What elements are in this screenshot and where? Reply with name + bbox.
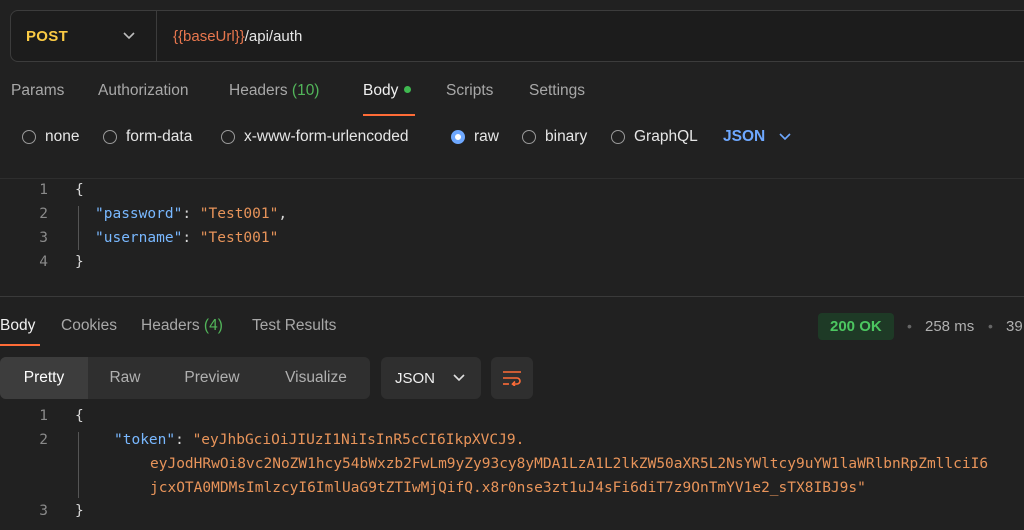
radio-icon [451,130,465,144]
radio-icon [221,130,235,144]
response-format-label: JSON [395,369,436,387]
code-brace: { [75,182,84,198]
meta-separator: • [907,318,912,334]
tab-headers-label: Headers [229,82,288,99]
radio-urlencoded[interactable]: x-www-form-urlencoded [221,128,409,146]
tab-cookies[interactable]: Cookies [61,317,117,335]
radio-urlencoded-label: x-www-form-urlencoded [244,128,409,145]
json-key: "token" [114,432,176,448]
response-size[interactable]: 39 [1006,318,1023,335]
response-time[interactable]: 258 ms [925,318,974,335]
body-modified-dot [404,85,412,93]
method-label: POST [26,27,69,45]
status-badge[interactable]: 200 OK [818,313,894,340]
tab-response-headers[interactable]: Headers (4) [141,317,223,335]
format-tabs: Pretty Raw Preview Visualize [0,357,370,399]
tab-response-headers-label: Headers [141,317,200,334]
tab-response-body[interactable]: Body [0,317,35,335]
body-language-label: JSON [723,128,766,145]
code-line-password: "password": "Test001", [95,206,288,222]
radio-icon [522,130,536,144]
tab-settings[interactable]: Settings [529,82,585,100]
url-bar: POST {{baseUrl}}/api/auth [10,10,1024,62]
chevron-down-icon [122,29,136,43]
radio-graphql[interactable]: GraphQL [611,128,698,146]
json-value: "Test001" [199,206,279,222]
tab-body-label: Body [363,82,399,99]
radio-raw[interactable]: raw [451,128,499,146]
radio-none-label: none [45,128,80,145]
body-language-select[interactable]: JSON [723,128,791,146]
radio-form-data-label: form-data [126,128,193,145]
line-number: 3 [39,230,48,246]
line-number: 2 [39,206,48,222]
tab-scripts[interactable]: Scripts [446,82,493,100]
code-line-token: "token": "eyJhbGciOiJIUzI1NiIsInR5cCI6Ik… [114,432,525,448]
json-value-wrap: jcxOTA0MDMsImlzcyI6ImlUaG9tZTIwMjQifQ.x8… [150,480,866,496]
code-line-username: "username": "Test001" [95,230,279,246]
code-brace: } [75,254,84,270]
tab-authorization[interactable]: Authorization [98,82,188,100]
tab-test-results[interactable]: Test Results [252,317,336,335]
response-format-select[interactable]: JSON [381,357,481,399]
radio-icon [103,130,117,144]
json-value: "eyJhbGciOiJIUzI1NiIsInR5cCI6IkpXVCJ9. [192,432,525,448]
pane-divider[interactable] [0,296,1024,297]
json-key: "password" [95,206,183,222]
line-number: 3 [39,503,48,519]
line-number: 2 [39,432,48,448]
radio-icon [611,130,625,144]
radio-form-data[interactable]: form-data [103,128,192,146]
indent-guide [78,206,79,250]
method-selector[interactable]: POST [11,11,157,61]
url-variable: {{baseUrl}} [173,27,245,45]
response-tab-underline [0,344,40,346]
format-pretty[interactable]: Pretty [0,357,88,399]
active-tab-underline [363,114,415,116]
code-brace: } [75,503,84,519]
radio-binary-label: binary [545,128,588,145]
format-visualize[interactable]: Visualize [262,357,370,399]
editor-border [0,178,1024,179]
tab-body[interactable]: Body [363,82,412,100]
tab-params[interactable]: Params [11,82,64,100]
radio-raw-label: raw [474,128,499,145]
json-value: "Test001" [199,230,279,246]
tab-headers[interactable]: Headers (10) [229,82,319,100]
line-number: 4 [39,254,48,270]
json-value-wrap: eyJodHRwOi8vc2NoZW1hcy54bWxzb2FwLm9yZy93… [150,456,989,472]
code-brace: { [75,408,84,424]
line-number: 1 [39,408,48,424]
url-path: /api/auth [244,27,303,45]
radio-graphql-label: GraphQL [634,128,698,145]
format-preview[interactable]: Preview [162,357,262,399]
format-raw[interactable]: Raw [88,357,162,399]
indent-guide [78,432,79,498]
line-number: 1 [39,182,48,198]
radio-icon [22,130,36,144]
json-key: "username" [95,230,183,246]
radio-none[interactable]: none [22,128,79,146]
wrap-lines-icon [502,370,522,386]
radio-binary[interactable]: binary [522,128,587,146]
tab-response-headers-count: (4) [203,317,223,334]
url-input[interactable]: {{baseUrl}}/api/auth [173,28,302,45]
wrap-lines-button[interactable] [491,357,533,399]
chevron-down-icon [453,372,465,384]
meta-separator: • [988,318,993,334]
tab-headers-count: (10) [291,82,320,99]
chevron-down-icon [779,133,791,141]
